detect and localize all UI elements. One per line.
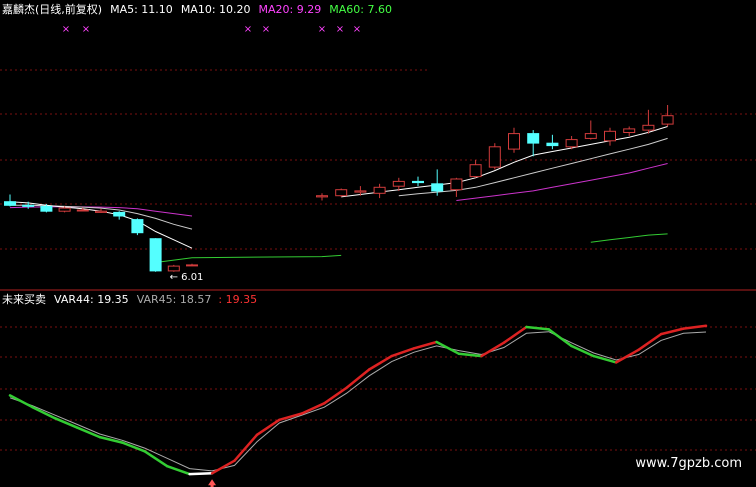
ma5-line [341, 126, 668, 198]
var44-segment [8, 394, 34, 409]
stock-chart-canvas: ← 6.01 × × × × × × × [0, 24, 756, 487]
candle-up [584, 133, 597, 139]
var44-segment [233, 433, 259, 462]
var44-segment [31, 405, 57, 420]
price-panel: ← 6.01 × × × × × × × [4, 24, 674, 283]
var44-segment [659, 327, 685, 336]
var44-segment [188, 472, 214, 476]
candle-up [95, 210, 107, 213]
candle-up [392, 180, 405, 187]
indicator-panel-header: 未来买卖 VAR44: 19.35 VAR45: 18.57 : 19.35 [2, 291, 257, 307]
low-price-label: ← 6.01 [170, 272, 204, 283]
candle-down [412, 180, 424, 184]
ma5-line [9, 201, 193, 249]
indicator-title: 未来买卖 [2, 293, 46, 306]
signal-marker: × [262, 24, 270, 35]
stock-title: 嘉麟杰(日线,前复权) [2, 3, 103, 16]
ma60-line [155, 254, 342, 263]
candle-up [623, 128, 636, 133]
var44-segment [210, 459, 236, 475]
var44-segment [480, 341, 506, 358]
var44-label: VAR44: 19.35 [54, 293, 129, 306]
candle-up [167, 265, 180, 272]
extra-value-label: : 19.35 [218, 293, 258, 306]
candle-up [604, 130, 616, 142]
ma5-label: MA5: 11.10 [110, 3, 173, 16]
var45-label: VAR45: 18.57 [136, 293, 212, 306]
ma60-label: MA60: 7.60 [329, 3, 392, 16]
var44-segment [614, 348, 640, 364]
candle-up [186, 264, 198, 267]
signal-marker: × [82, 24, 90, 35]
candle-down [527, 133, 540, 144]
var44-segment [435, 340, 461, 356]
candle-up [76, 209, 89, 212]
candle-up [661, 115, 674, 125]
candle-up [488, 146, 501, 168]
var44-segment [682, 324, 708, 330]
candle-down [40, 205, 53, 212]
signal-marker: × [336, 24, 344, 35]
signal-marker: × [353, 24, 361, 35]
watermark: www.7gpzb.com [635, 456, 742, 471]
buy-arrow-icon [208, 479, 217, 487]
candle-up [354, 190, 367, 193]
candle-up [642, 124, 655, 131]
ma60-line [590, 233, 668, 243]
candle-down [131, 219, 144, 234]
candle-up [58, 207, 71, 212]
candle-up [469, 164, 482, 178]
candle-down [22, 204, 35, 207]
candle-up [316, 195, 328, 198]
signal-marker: × [62, 24, 70, 35]
candle-down [4, 201, 16, 206]
candle-up [373, 186, 386, 194]
indicator-panel [8, 324, 708, 487]
candle-down [113, 211, 126, 217]
ma20-label: MA20: 9.29 [258, 3, 322, 16]
candle-up [565, 139, 578, 148]
var44-segment [367, 354, 393, 371]
price-panel-header: 嘉麟杰(日线,前复权) MA5: 11.10 MA10: 10.20 MA20: 9.… [2, 1, 400, 17]
signal-marker: × [318, 24, 326, 35]
candle-down [431, 183, 444, 192]
candle-up [335, 189, 348, 197]
var44-segment [547, 328, 573, 348]
candle-up [450, 178, 463, 191]
var44-segment [390, 347, 416, 358]
ma20-line [456, 163, 668, 201]
signal-marker: × [244, 24, 252, 35]
candle-down [149, 238, 162, 272]
candle-up [508, 133, 520, 150]
candle-down [546, 142, 559, 147]
ma10-line [10, 204, 193, 230]
ma10-label: MA10: 10.20 [180, 3, 251, 16]
